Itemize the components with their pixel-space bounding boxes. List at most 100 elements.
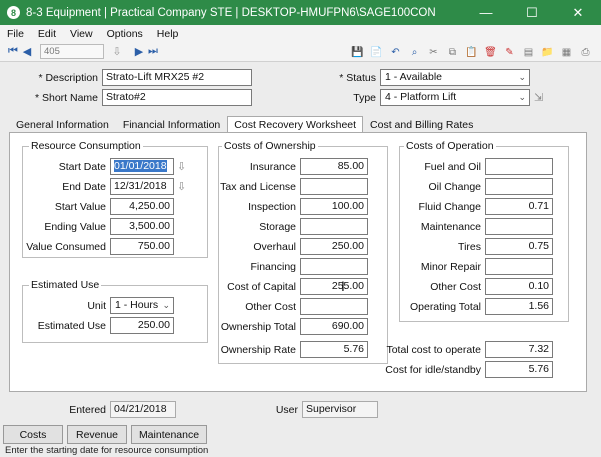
window-title: 8-3 Equipment | Practical Company STE | … <box>26 6 436 19</box>
undo-icon[interactable]: ↶ <box>388 45 403 59</box>
find-icon[interactable]: ⌕ <box>407 45 422 59</box>
print-icon[interactable]: ⎙ <box>578 45 593 59</box>
storage-input[interactable] <box>300 218 368 235</box>
unit-label: Unit <box>87 300 106 312</box>
new-icon[interactable]: 📄 <box>369 45 384 59</box>
estimated-use-input[interactable]: 250.00 <box>110 317 174 334</box>
status-bar: Enter the starting date for resource con… <box>5 445 209 456</box>
menu-help[interactable]: Help <box>157 28 179 40</box>
first-record-icon[interactable]: ⏮ <box>6 45 20 58</box>
end-date-input[interactable]: 12/31/2018 <box>110 178 174 195</box>
fluid-change-input[interactable]: 0.71 <box>485 198 553 215</box>
ending-value-input[interactable]: 3,500.00 <box>110 218 174 235</box>
title-bar: 8 8-3 Equipment | Practical Company STE … <box>0 0 601 25</box>
chevron-down-icon: ⌄ <box>518 72 526 82</box>
value-consumed-input[interactable]: 750.00 <box>110 238 174 255</box>
costs-of-ownership-title: Costs of Ownership <box>222 140 318 152</box>
record-number-field[interactable]: 405 <box>40 44 104 59</box>
attach-icon[interactable]: ▦ <box>559 45 574 59</box>
oil-change-label: Oil Change <box>428 181 481 193</box>
start-date-input[interactable]: 01/01/2018 <box>110 158 174 175</box>
notes-icon[interactable]: ▤ <box>521 45 536 59</box>
start-value-label: Start Value <box>54 201 106 213</box>
folder-icon[interactable]: 📁 <box>540 45 555 59</box>
description-label: * Description <box>38 72 98 84</box>
overhaul-label: Overhaul <box>253 241 296 253</box>
close-button[interactable]: ✕ <box>555 0 601 25</box>
end-date-lookup-icon[interactable]: ⇩ <box>177 180 186 193</box>
text-cursor-icon: Ⅰ <box>341 279 345 294</box>
tab-cost-and-billing-rates[interactable]: Cost and Billing Rates <box>363 116 480 133</box>
cost-of-capital-input[interactable]: 255.00 <box>300 278 368 295</box>
status-value: 1 - Available <box>385 71 443 83</box>
maintenance-button[interactable]: Maintenance <box>131 425 207 444</box>
tab-general-information[interactable]: General Information <box>9 116 116 133</box>
oil-change-input[interactable] <box>485 178 553 195</box>
start-value-input[interactable]: 4,250.00 <box>110 198 174 215</box>
type-lookup-icon[interactable]: ⇲ <box>534 91 543 104</box>
menu-edit[interactable]: Edit <box>38 28 56 40</box>
paste-icon[interactable]: 📋 <box>464 45 479 59</box>
short-name-input[interactable]: Strato#2 <box>102 89 252 106</box>
lookup-icon[interactable]: ⇩ <box>110 45 124 58</box>
operation-other-cost-label: Other Cost <box>430 281 481 293</box>
estimated-use-label: Estimated Use <box>37 320 106 332</box>
edit-icon[interactable]: ✎ <box>502 45 517 59</box>
copy-icon[interactable]: ⧉ <box>445 45 460 59</box>
maintenance-input[interactable] <box>485 218 553 235</box>
tab-financial-information[interactable]: Financial Information <box>116 116 227 133</box>
operation-other-cost-input[interactable]: 0.10 <box>485 278 553 295</box>
next-record-icon[interactable]: ▶ <box>132 45 146 58</box>
cut-icon[interactable]: ✂ <box>426 45 441 59</box>
resource-consumption-title: Resource Consumption <box>29 140 143 152</box>
financing-input[interactable] <box>300 258 368 275</box>
costs-of-operation-title: Costs of Operation <box>404 140 496 152</box>
revenue-button[interactable]: Revenue <box>67 425 127 444</box>
tires-input[interactable]: 0.75 <box>485 238 553 255</box>
tab-strip: General Information Financial Informatio… <box>9 116 480 133</box>
last-record-icon[interactable]: ⏭ <box>146 45 160 58</box>
insurance-input[interactable]: 85.00 <box>300 158 368 175</box>
other-cost-input[interactable] <box>300 298 368 315</box>
cost-of-capital-label: Cost of Capital <box>227 281 296 293</box>
ending-value-label: Ending Value <box>44 221 106 233</box>
idle-standby-cost-label: Cost for idle/standby <box>385 364 481 376</box>
menu-options[interactable]: Options <box>107 28 143 40</box>
save-icon[interactable]: 💾 <box>350 45 365 59</box>
maximize-button[interactable]: ☐ <box>509 0 555 25</box>
other-cost-label: Other Cost <box>245 301 296 313</box>
financing-label: Financing <box>250 261 296 273</box>
total-cost-to-operate-input[interactable]: 7.32 <box>485 341 553 358</box>
description-input[interactable]: Strato-Lift MRX25 #2 <box>102 69 252 86</box>
chevron-down-icon: ⌄ <box>518 92 526 102</box>
tab-cost-recovery-worksheet[interactable]: Cost Recovery Worksheet <box>227 116 364 133</box>
tax-and-license-input[interactable] <box>300 178 368 195</box>
menu-file[interactable]: File <box>7 28 24 40</box>
storage-label: Storage <box>259 221 296 233</box>
fuel-and-oil-input[interactable] <box>485 158 553 175</box>
overhaul-input[interactable]: 250.00 <box>300 238 368 255</box>
ownership-rate-label: Ownership Rate <box>220 344 296 356</box>
entered-date-field: 04/21/2018 <box>110 401 176 418</box>
costs-button[interactable]: Costs <box>3 425 63 444</box>
unit-select[interactable]: 1 - Hours ⌄ <box>110 297 174 314</box>
inspection-input[interactable]: 100.00 <box>300 198 368 215</box>
minimize-button[interactable]: — <box>463 0 509 25</box>
previous-record-icon[interactable]: ◀ <box>20 45 34 58</box>
menu-view[interactable]: View <box>70 28 93 40</box>
minor-repair-input[interactable] <box>485 258 553 275</box>
idle-standby-cost-input[interactable]: 5.76 <box>485 361 553 378</box>
estimated-use-title: Estimated Use <box>29 279 102 291</box>
ownership-total-input[interactable]: 690.00 <box>300 318 368 335</box>
start-date-lookup-icon[interactable]: ⇩ <box>177 160 186 173</box>
delete-icon[interactable]: 🗑 <box>483 45 498 59</box>
entered-label: Entered <box>69 404 106 416</box>
toolbar: ⏮ ◀ 405 ⇩ ▶ ⏭ 💾 📄 ↶ ⌕ ✂ ⧉ 📋 🗑 ✎ ▤ 📁 ▦ ⎙ <box>0 42 601 62</box>
operating-total-input[interactable]: 1.56 <box>485 298 553 315</box>
app-icon: 8 <box>7 6 20 19</box>
status-select[interactable]: 1 - Available ⌄ <box>380 69 530 86</box>
ownership-rate-input[interactable]: 5.76 <box>300 341 368 358</box>
type-select[interactable]: 4 - Platform Lift ⌄ <box>380 89 530 106</box>
menu-bar: File Edit View Options Help <box>0 25 601 42</box>
fluid-change-label: Fluid Change <box>418 201 481 213</box>
